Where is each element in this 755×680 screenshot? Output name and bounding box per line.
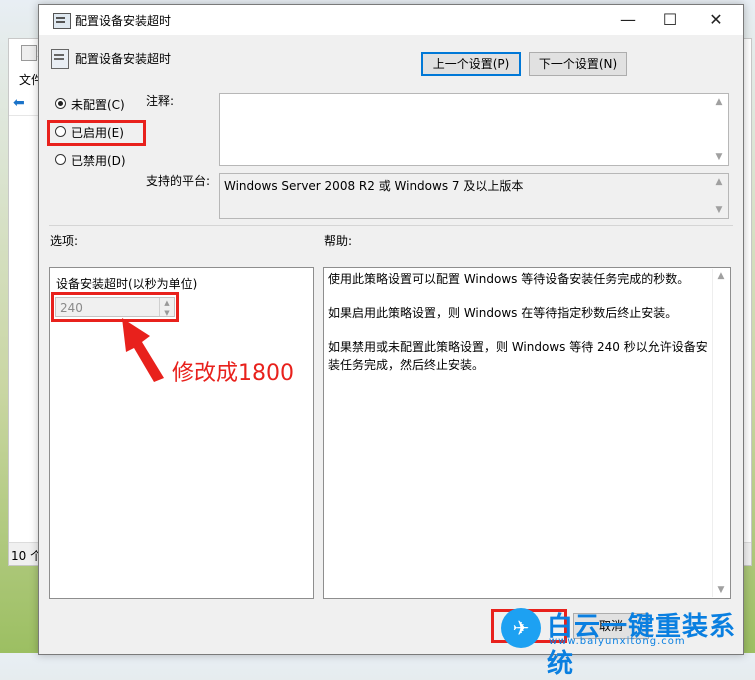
platform-textarea: Windows Server 2008 R2 或 Windows 7 及以上版本… [219,173,729,219]
dialog-titlebar: 配置设备安装超时 — ☐ ✕ [39,5,743,35]
comment-textarea[interactable]: ▲ ▼ [219,93,729,166]
options-label: 选项: [50,234,79,248]
close-button[interactable]: ✕ [693,5,739,35]
help-paragraph-1: 使用此策略设置可以配置 Windows 等待设备安装任务完成的秒数。 [328,272,690,286]
comment-scrollbar[interactable]: ▲ ▼ [711,95,727,164]
policy-icon [53,13,71,29]
timeout-field-label: 设备安装超时(以秒为单位) [56,277,198,291]
annotation-text: 修改成1800 [172,361,294,386]
background-app-icon [21,45,37,61]
help-scrollbar[interactable]: ▲ ▼ [712,269,729,597]
minimize-button[interactable]: — [605,5,651,35]
setting-title: 配置设备安装超时 [75,52,172,66]
scroll-down-icon[interactable]: ▼ [713,583,729,597]
help-paragraph-3: 如果禁用或未配置此策略设置，则 Windows 等待 240 秒以允许设备安装任… [328,340,708,372]
scroll-up-icon[interactable]: ▲ [711,95,727,109]
platform-value: Windows Server 2008 R2 或 Windows 7 及以上版本 [224,179,524,193]
platform-scrollbar[interactable]: ▲ ▼ [711,175,727,217]
bird-logo-icon: ✈ [501,608,541,648]
radio-disabled-label: 已禁用(D) [71,154,126,168]
scroll-up-icon[interactable]: ▲ [713,269,729,283]
scroll-down-icon[interactable]: ▼ [711,150,727,164]
annotation-arrow-icon [122,318,164,382]
help-label: 帮助: [324,234,353,248]
watermark-logo: ✈ 白云一键重装系统 www.baiyunxitong.com [497,604,755,679]
setting-icon [51,49,69,69]
radio-not-configured-dot[interactable] [55,98,66,109]
previous-setting-button[interactable]: 上一个设置(P) [421,52,521,76]
comment-label: 注释: [146,94,175,108]
next-setting-button[interactable]: 下一个设置(N) [529,52,627,76]
arrow-shape [122,318,164,382]
highlight-enabled-radio [47,120,146,146]
section-divider [49,225,733,226]
back-arrow-icon[interactable]: ⬅ [13,95,25,111]
help-panel: 使用此策略设置可以配置 Windows 等待设备安装任务完成的秒数。 如果启用此… [323,267,731,599]
maximize-button[interactable]: ☐ [647,5,693,35]
help-paragraph-2: 如果启用此策略设置，则 Windows 在等待指定秒数后终止安装。 [328,306,678,320]
dialog-title: 配置设备安装超时 [75,14,172,28]
scroll-up-icon[interactable]: ▲ [711,175,727,189]
scroll-down-icon[interactable]: ▼ [711,203,727,217]
watermark-url: www.baiyunxitong.com [549,636,686,647]
radio-not-configured-label: 未配置(C) [71,98,125,112]
radio-disabled-dot[interactable] [55,154,66,165]
radio-disabled[interactable]: 已禁用(D) [55,151,175,169]
platform-label: 支持的平台: [146,174,211,188]
